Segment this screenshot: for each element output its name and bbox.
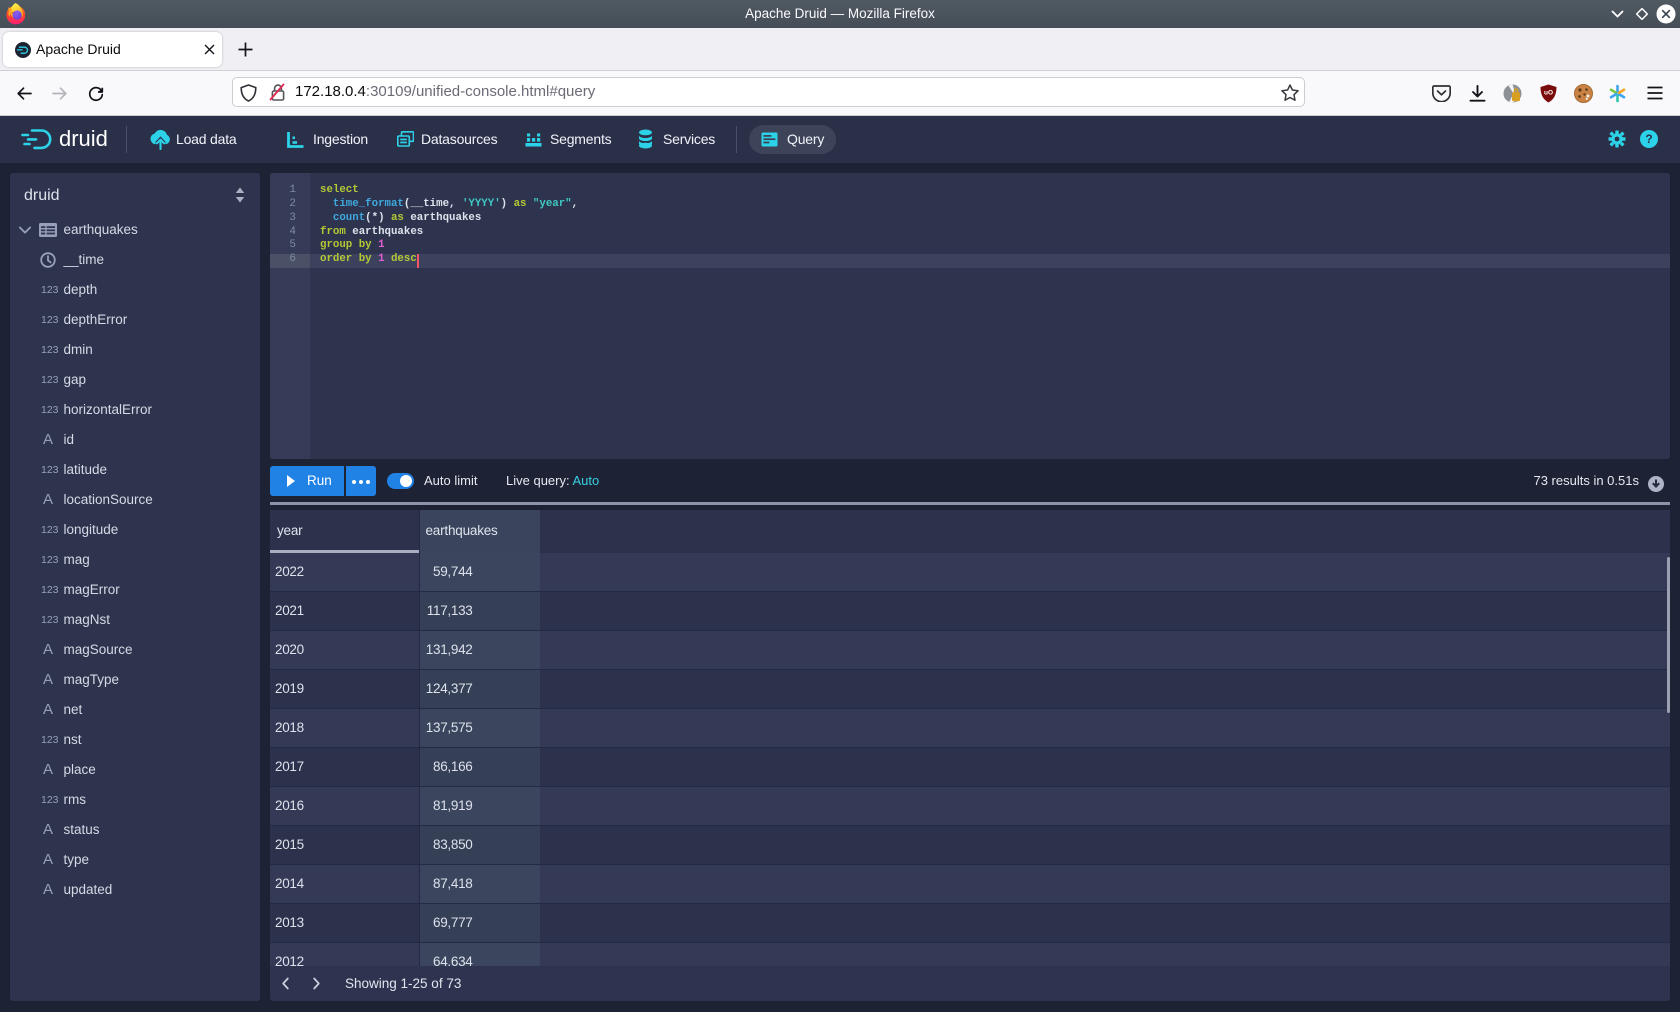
svg-text:uO: uO: [1544, 90, 1553, 97]
svg-text:?: ?: [1645, 132, 1652, 146]
